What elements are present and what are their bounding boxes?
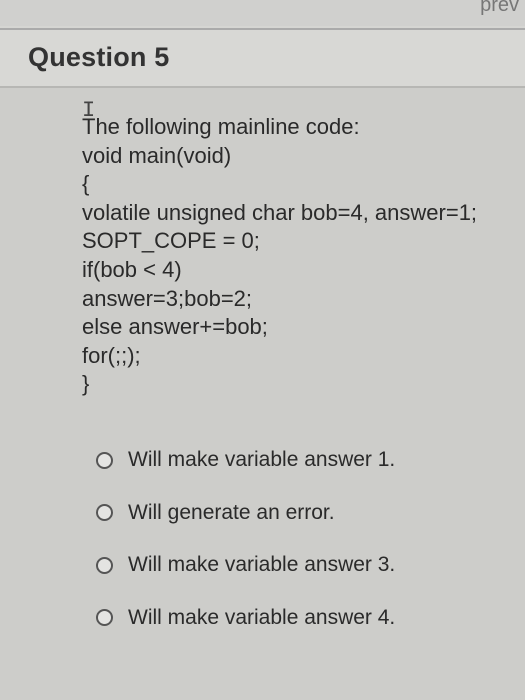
corner-text: prev <box>480 0 519 16</box>
answer-option-label[interactable]: Will generate an error. <box>128 501 335 525</box>
question-code: The following mainline code: void main(v… <box>82 113 512 399</box>
answer-option-2[interactable]: Will generate an error. <box>96 500 496 526</box>
answer-option-4[interactable]: Will make variable answer 4. <box>96 605 496 631</box>
code-line: for(;;); <box>82 342 141 368</box>
radio-button-icon[interactable] <box>96 556 113 574</box>
code-line: if(bob < 4) <box>82 256 182 282</box>
answer-option-1[interactable]: Will make variable answer 1. <box>96 447 496 473</box>
radio-button-icon[interactable] <box>96 451 113 469</box>
code-line: void main(void) <box>82 142 232 168</box>
answer-option-label[interactable]: Will make variable answer 4. <box>128 606 395 630</box>
answer-option-label[interactable]: Will make variable answer 1. <box>128 448 395 472</box>
code-line: answer=3;bob=2; <box>82 285 253 311</box>
code-line: The following mainline code: <box>82 114 360 139</box>
radio-button-icon[interactable] <box>96 504 113 521</box>
code-line: else answer+=bob; <box>82 314 268 340</box>
question-title: Question 5 <box>28 42 170 72</box>
code-line: { <box>82 171 90 197</box>
code-line: SOPT_COPE = 0; <box>82 228 260 254</box>
top-bar: prev <box>0 0 525 26</box>
answer-option-label[interactable]: Will make variable answer 3. <box>128 553 395 577</box>
screen: prev Question 5 I The following mainline… <box>0 0 525 700</box>
radio-button-icon[interactable] <box>96 609 113 626</box>
code-line: volatile unsigned char bob=4, answer=1; <box>82 199 478 225</box>
answer-options: Will make variable answer 1. Will genera… <box>96 447 496 657</box>
answer-option-3[interactable]: Will make variable answer 3. <box>96 552 496 578</box>
code-line: } <box>82 371 90 397</box>
